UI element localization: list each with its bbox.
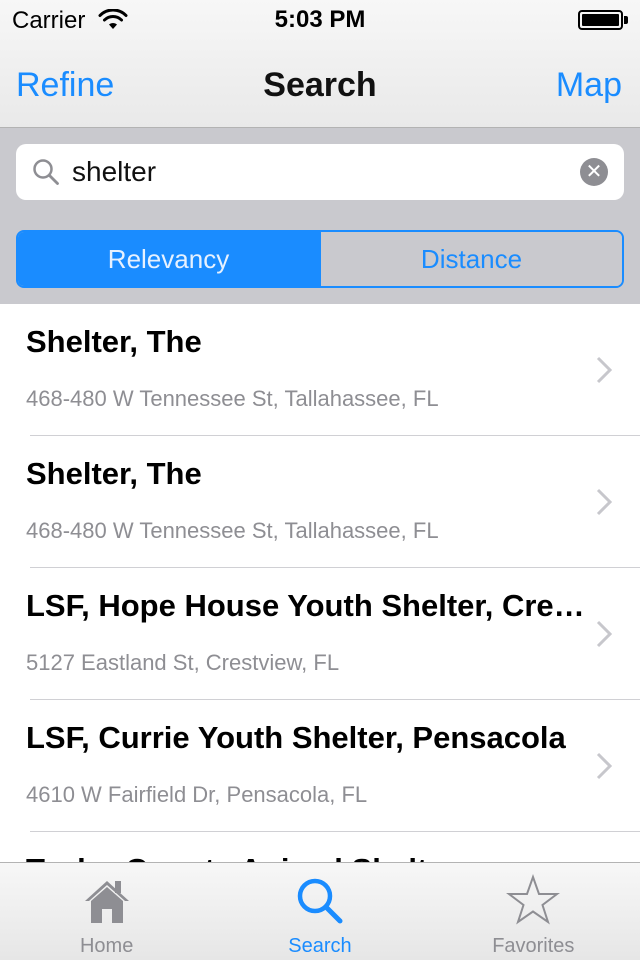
star-icon bbox=[506, 873, 561, 925]
result-title: Taylor County Animal Shelter bbox=[26, 852, 586, 862]
tab-home[interactable]: Home bbox=[0, 863, 213, 960]
home-icon bbox=[84, 881, 129, 923]
page-title: Search bbox=[263, 66, 377, 104]
top-bar: Carrier 5:03 PM Refine Search Map bbox=[0, 0, 640, 128]
status-time: 5:03 PM bbox=[274, 6, 366, 33]
tab-label: Favorites bbox=[492, 935, 575, 957]
tab-search[interactable]: Search bbox=[213, 863, 426, 960]
chevron-right-icon bbox=[596, 356, 612, 384]
search-field: ✕ bbox=[16, 144, 624, 200]
status-bar: Carrier 5:03 PM bbox=[0, 0, 640, 40]
map-button[interactable]: Map bbox=[556, 66, 622, 105]
sort-segmented-control: Relevancy Distance bbox=[16, 230, 624, 288]
list-item[interactable]: Shelter, The 468-480 W Tennessee St, Tal… bbox=[0, 436, 640, 568]
clear-search-icon[interactable]: ✕ bbox=[580, 158, 608, 186]
list-item[interactable]: LSF, Hope House Youth Shelter, Crestview… bbox=[0, 568, 640, 700]
segment-distance[interactable]: Distance bbox=[319, 232, 622, 286]
result-address: 4610 W Fairfield Dr, Pensacola, FL bbox=[26, 782, 368, 807]
result-title: Shelter, The bbox=[26, 456, 202, 491]
chevron-right-icon bbox=[596, 620, 612, 648]
results-list: Shelter, The 468-480 W Tennessee St, Tal… bbox=[0, 304, 640, 862]
result-address: 5127 Eastland St, Crestview, FL bbox=[26, 650, 340, 675]
result-title: Shelter, The bbox=[26, 324, 202, 359]
search-input[interactable] bbox=[72, 152, 572, 192]
tab-favorites[interactable]: Favorites bbox=[427, 863, 640, 960]
list-item[interactable]: LSF, Currie Youth Shelter, Pensacola 461… bbox=[0, 700, 640, 832]
result-address: 468-480 W Tennessee St, Tallahassee, FL bbox=[26, 386, 439, 411]
tab-label: Home bbox=[79, 935, 134, 957]
segment-relevancy[interactable]: Relevancy bbox=[18, 232, 319, 286]
search-icon bbox=[33, 159, 59, 185]
tab-label: Search bbox=[288, 935, 352, 957]
search-area: ✕ Relevancy Distance bbox=[0, 128, 640, 304]
result-title: LSF, Currie Youth Shelter, Pensacola bbox=[26, 720, 566, 755]
list-item[interactable]: Taylor County Animal Shelter bbox=[0, 832, 640, 862]
chevron-right-icon bbox=[596, 488, 612, 516]
chevron-right-icon bbox=[596, 752, 612, 780]
navigation-bar: Refine Search Map bbox=[0, 40, 640, 128]
tab-bar: Home Search Favorites bbox=[0, 862, 640, 960]
battery-icon bbox=[578, 10, 628, 30]
result-title: LSF, Hope House Youth Shelter, Crestview bbox=[26, 588, 586, 623]
result-address: 468-480 W Tennessee St, Tallahassee, FL bbox=[26, 518, 439, 543]
search-icon bbox=[297, 878, 343, 924]
list-item[interactable]: Shelter, The 468-480 W Tennessee St, Tal… bbox=[0, 304, 640, 436]
